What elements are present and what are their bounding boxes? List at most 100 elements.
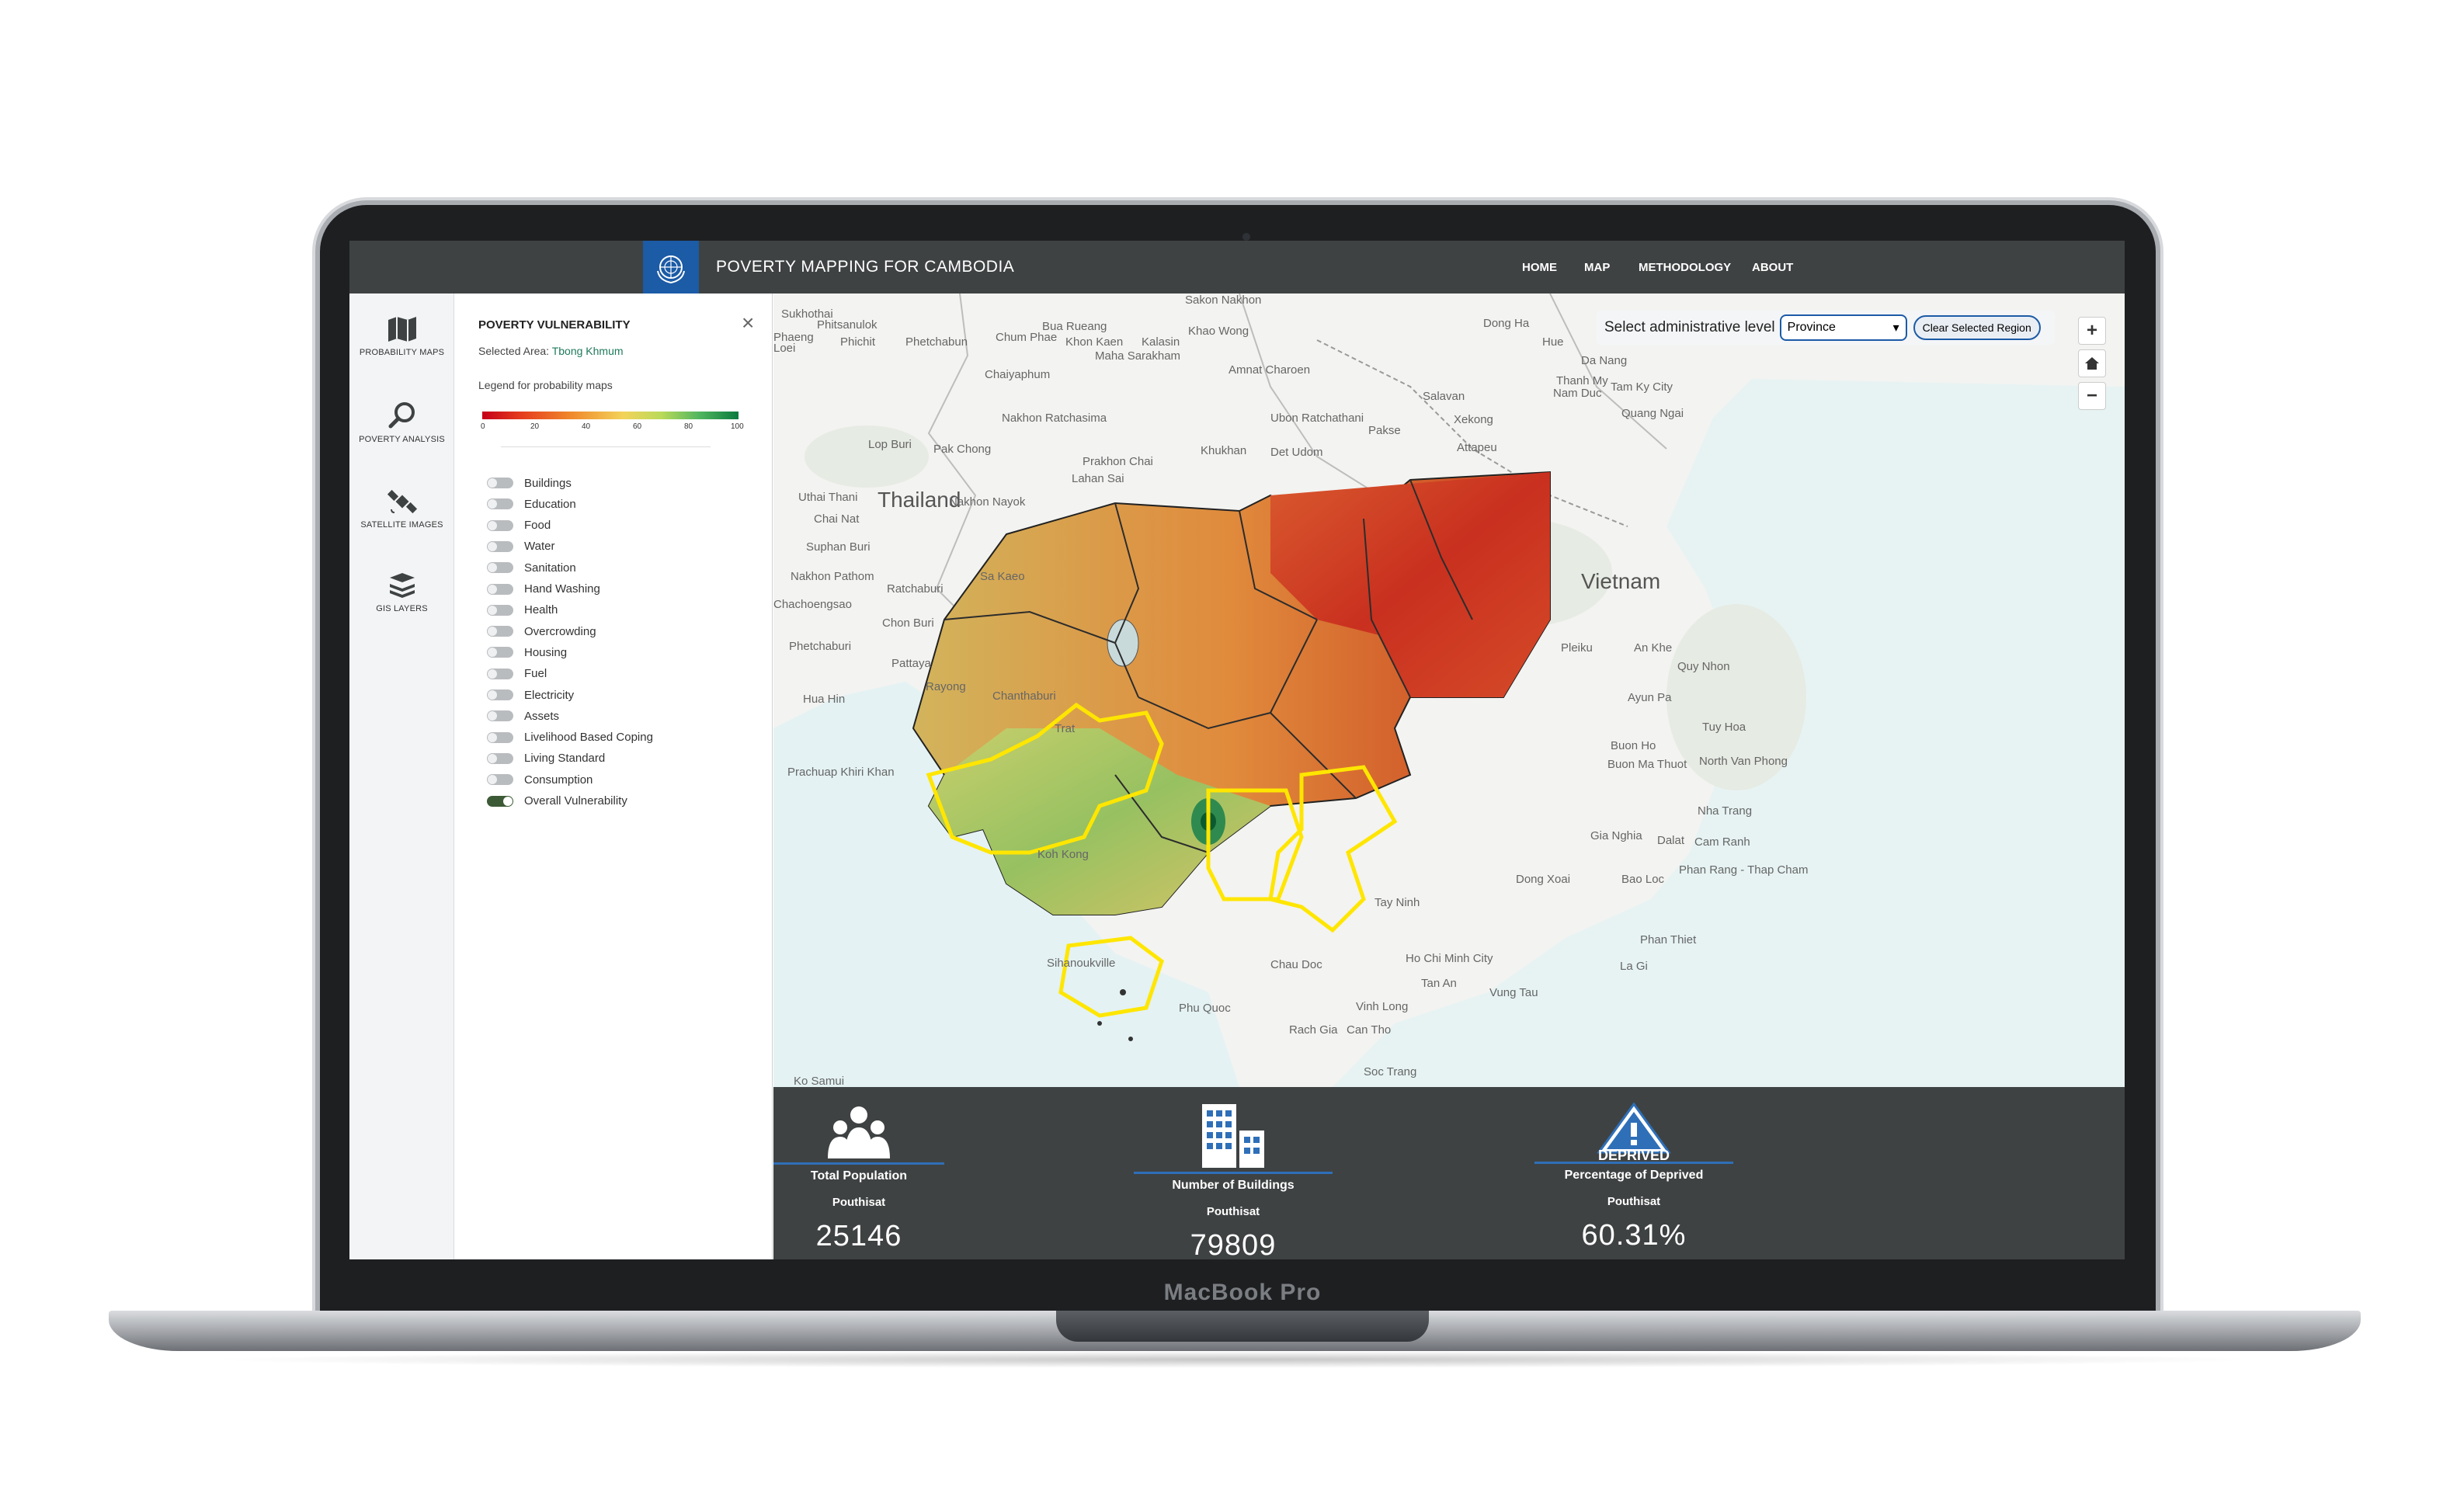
place-label: Can Tho [1347,1023,1392,1037]
stat-number-of-buildings: Number of Buildings Pouthisat 79809 [1134,1103,1333,1259]
deprived-warning-icon: DEPRIVED [1591,1101,1677,1163]
layer-toggle-row[interactable]: Electricity [487,687,574,703]
legend-tick: 0 [481,422,485,431]
place-label: Phu Quoc [1179,1002,1231,1015]
place-label: Tam Ky City [1611,380,1673,394]
admin-level-select[interactable]: Province ▾ [1779,314,1907,341]
toggle-switch[interactable] [487,478,513,488]
layer-toggle-row[interactable]: Fuel [487,666,547,682]
place-label: Chau Doc [1270,958,1322,971]
toggle-switch[interactable] [487,689,513,700]
app-title: POVERTY MAPPING FOR CAMBODIA [716,258,1015,276]
place-label: Quy Nhon [1677,660,1730,673]
place-label: Prakhon Chai [1083,455,1153,468]
layer-label: Overall Vulnerability [524,794,627,808]
clear-selected-region-button[interactable]: Clear Selected Region [1913,315,2041,340]
place-label: Nakhon Nayok [949,495,1026,509]
layer-toggle-row[interactable]: Water [487,539,554,554]
place-label: Ko Samui [794,1075,845,1087]
nav-map[interactable]: MAP [1584,261,1610,274]
icon-sidebar: PROBABILITY MAPS POVERTY ANALYSIS SATELL… [349,293,454,1259]
toggle-switch[interactable] [487,498,513,510]
layer-toggle-row[interactable]: Buildings [487,475,572,491]
place-label: Phichit [840,335,876,349]
place-label: Nha Trang [1698,804,1753,818]
place-label: Pak Chong [933,443,992,456]
chevron-down-icon: ▾ [1892,321,1899,335]
toggle-switch[interactable] [487,540,513,552]
un-logo[interactable] [643,241,699,293]
toggle-switch[interactable] [487,604,513,616]
place-label: Sakon Nakhon [1185,293,1262,307]
map-icon [387,317,416,342]
place-label: Phitsanulok [817,318,878,332]
population-icon [828,1106,890,1158]
layer-label: Living Standard [524,752,606,766]
toggle-switch[interactable] [487,626,513,637]
place-label: Chon Buri [882,617,934,630]
device-brand-label: MacBook Pro [1163,1280,1322,1305]
legend-tick: 60 [633,422,642,431]
place-label: Quang Ngai [1621,407,1684,420]
place-label: Sa Kaeo [980,570,1025,583]
place-label: Soc Trang [1364,1065,1417,1078]
place-label: Chanthaburi [992,689,1056,703]
stat-label: Percentage of Deprived [1564,1169,1704,1182]
toggle-switch[interactable] [487,519,513,531]
layer-toggle-row[interactable]: Consumption [487,772,593,787]
map-view[interactable]: Thailand Vietnam Sakon Nakhon Sukhothai Ph… [773,293,2125,1087]
toggle-switch[interactable] [487,710,513,722]
place-label: Tan An [1421,977,1457,990]
nav-home[interactable]: HOME [1522,261,1557,274]
layer-toggle-row[interactable]: Hand Washing [487,582,600,597]
search-icon [388,402,415,429]
toggle-switch[interactable] [487,731,513,743]
place-label: Chai Nat [814,512,860,526]
layer-toggle-row[interactable]: Assets [487,708,559,724]
map-basemap[interactable] [773,293,2125,1087]
rail-gis-layers[interactable]: GIS LAYERS [349,571,454,613]
place-label: Pleiku [1561,641,1593,655]
nav-about[interactable]: ABOUT [1752,261,1793,274]
un-emblem-icon [657,255,685,284]
nav-methodology[interactable]: METHODOLOGY [1639,261,1731,274]
layer-toggle-row[interactable]: Livelihood Based Coping [487,730,653,745]
rail-label: SATELLITE IMAGES [360,520,443,530]
layer-toggle-row[interactable]: Health [487,603,558,618]
toggle-switch[interactable] [487,795,513,807]
layer-toggle-row[interactable]: Housing [487,644,567,660]
place-label: Ho Chi Minh City [1406,952,1493,965]
layer-label: Food [524,519,551,533]
place-label: Khukhan [1201,444,1247,457]
laptop-shadow [202,1351,2268,1368]
stat-percentage-deprived: DEPRIVED Percentage of Deprived Pouthisa… [1534,1101,1733,1252]
zoom-in-button[interactable]: + [2078,317,2106,345]
layer-toggle-row[interactable]: Overcrowding [487,623,596,639]
toggle-switch[interactable] [487,562,513,574]
layer-toggle-row[interactable]: Overall Vulnerability [487,794,627,809]
zoom-out-button[interactable]: − [2078,382,2106,410]
place-label: Lahan Sai [1072,472,1124,485]
layer-label: Overcrowding [524,624,596,638]
layer-toggle-row[interactable]: Sanitation [487,560,576,575]
toggle-switch[interactable] [487,668,513,679]
rail-satellite-images[interactable]: SATELLITE IMAGES [349,486,454,530]
place-label: Attapeu [1457,441,1497,454]
toggle-switch[interactable] [487,752,513,764]
rail-label: POVERTY ANALYSIS [359,435,445,444]
place-label: Maha Sarakham [1095,349,1181,363]
country-label-vietnam: Vietnam [1581,569,1661,593]
place-label: Da Nang [1581,354,1628,367]
rail-poverty-analysis[interactable]: POVERTY ANALYSIS [349,401,454,444]
rail-probability-maps[interactable]: PROBABILITY MAPS [349,315,454,357]
toggle-switch[interactable] [487,774,513,786]
layer-toggle-row[interactable]: Food [487,518,551,533]
place-label: An Khe [1634,641,1673,655]
layer-toggle-row[interactable]: Education [487,496,576,512]
home-extent-button[interactable] [2078,349,2106,377]
toggle-switch[interactable] [487,647,513,658]
toggle-switch[interactable] [487,583,513,595]
close-icon[interactable]: × [742,311,754,335]
layer-toggle-row[interactable]: Living Standard [487,751,605,766]
stat-area: Pouthisat [1206,1205,1260,1218]
